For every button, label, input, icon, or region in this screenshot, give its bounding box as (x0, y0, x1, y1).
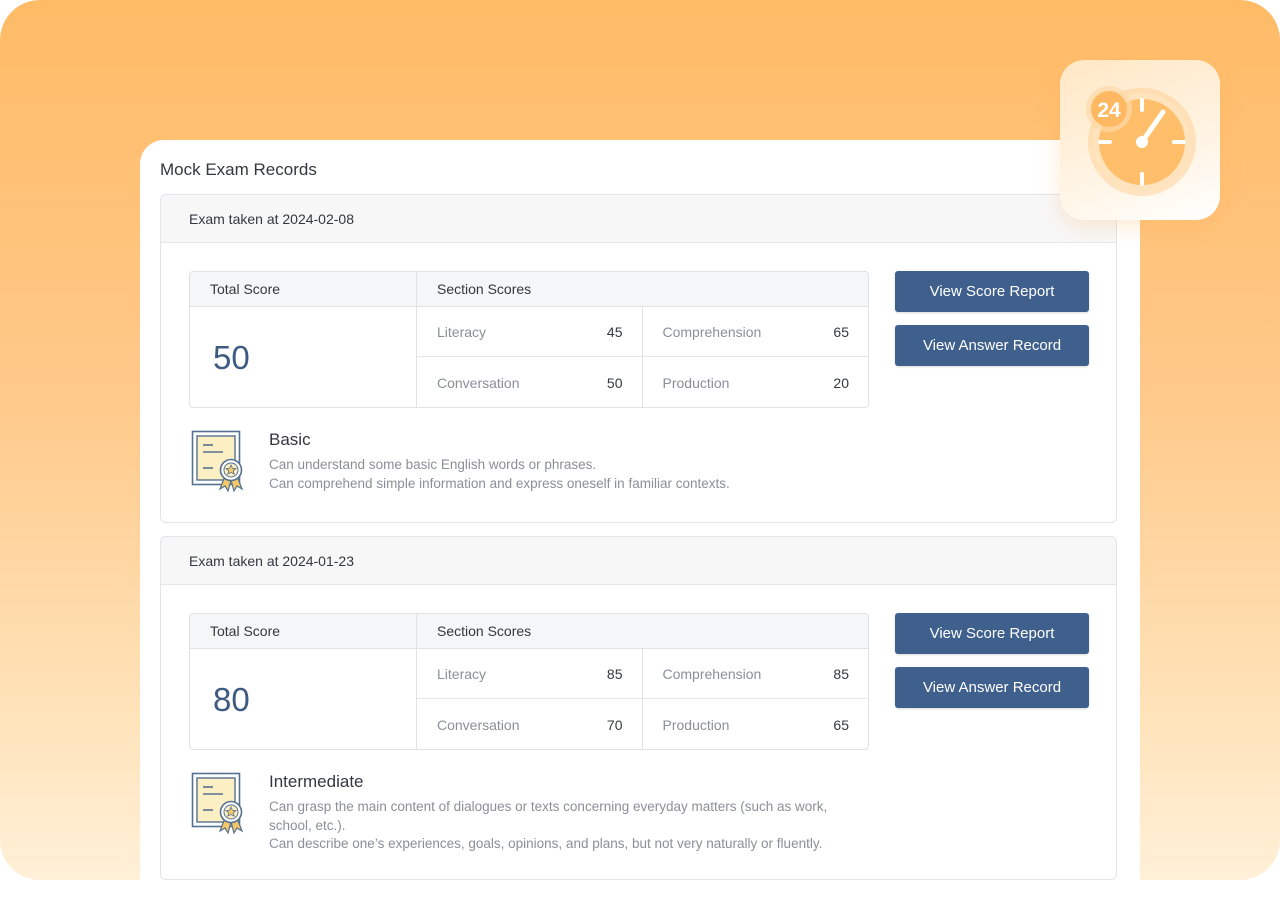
section-name: Comprehension (662, 323, 762, 340)
section-value: 65 (833, 716, 849, 733)
level-description-line: Can comprehend simple information and ex… (269, 475, 730, 491)
section-name: Comprehension (662, 665, 762, 682)
section-value: 70 (606, 716, 623, 733)
certificate-icon (191, 430, 244, 493)
view-score-report-button[interactable]: View Score Report (895, 271, 1089, 312)
certificate-icon (191, 772, 244, 835)
exam-record: Exam taken at 2024-02-08 Total Score Sec… (160, 194, 1117, 523)
section-name: Conversation (437, 374, 520, 391)
exam-record: Exam taken at 2024-01-23 Total Score Sec… (160, 536, 1117, 880)
section-score: Production 20 (643, 357, 869, 407)
clock-24-icon: 24 (1086, 86, 1196, 196)
section-value: 85 (606, 665, 623, 682)
section-value: 85 (833, 665, 849, 682)
section-name: Conversation (437, 716, 520, 733)
section-scores-header: Section Scores (437, 281, 532, 297)
section-score: Literacy 45 (417, 307, 643, 357)
section-name: Literacy (437, 665, 487, 682)
score-table: Total Score Section Scores 50 Literacy 4… (189, 271, 869, 408)
level-title: Intermediate (269, 772, 364, 791)
total-score-header: Total Score (190, 614, 417, 648)
level-description: Can understand some basic English words … (269, 456, 869, 493)
level-description-line: Can grasp the main content of dialogues … (269, 799, 828, 833)
total-score-header: Total Score (190, 272, 417, 306)
section-name: Production (662, 374, 730, 391)
section-name: Production (662, 716, 730, 733)
clock-24-badge: 24 (1060, 60, 1220, 220)
section-value: 50 (606, 374, 623, 391)
level-description-line: Can describe one’s experiences, goals, o… (269, 836, 823, 851)
view-answer-record-button[interactable]: View Answer Record (895, 325, 1089, 366)
badge-number: 24 (1097, 99, 1121, 122)
section-score: Literacy 85 (417, 649, 643, 699)
section-value: 20 (833, 374, 849, 391)
page-title: Mock Exam Records (160, 160, 317, 179)
exam-date: Exam taken at 2024-02-08 (161, 195, 1116, 243)
section-value: 65 (833, 323, 849, 340)
view-answer-record-button[interactable]: View Answer Record (895, 667, 1089, 708)
records-panel: Mock Exam Records Exam taken at 2024-02-… (140, 140, 1140, 900)
view-score-report-button[interactable]: View Score Report (895, 613, 1089, 654)
level-description-line: Can understand some basic English words … (269, 457, 597, 472)
score-table: Total Score Section Scores 80 Literacy 8… (189, 613, 869, 750)
section-scores-header: Section Scores (437, 623, 532, 639)
section-score: Conversation 50 (417, 357, 643, 407)
level-info: Basic Can understand some basic English … (189, 430, 869, 500)
section-score: Conversation 70 (417, 699, 643, 749)
section-score: Comprehension 85 (642, 649, 868, 699)
section-value: 45 (606, 323, 623, 340)
section-score: Comprehension 65 (642, 307, 868, 357)
section-name: Literacy (437, 323, 487, 340)
level-title: Basic (269, 430, 311, 449)
level-info: Intermediate Can grasp the main content … (189, 772, 869, 862)
total-score: 80 (190, 649, 417, 749)
total-score: 50 (190, 307, 417, 407)
level-description: Can grasp the main content of dialogues … (269, 798, 839, 854)
exam-date: Exam taken at 2024-01-23 (161, 537, 1116, 585)
section-score: Production 65 (643, 699, 869, 749)
